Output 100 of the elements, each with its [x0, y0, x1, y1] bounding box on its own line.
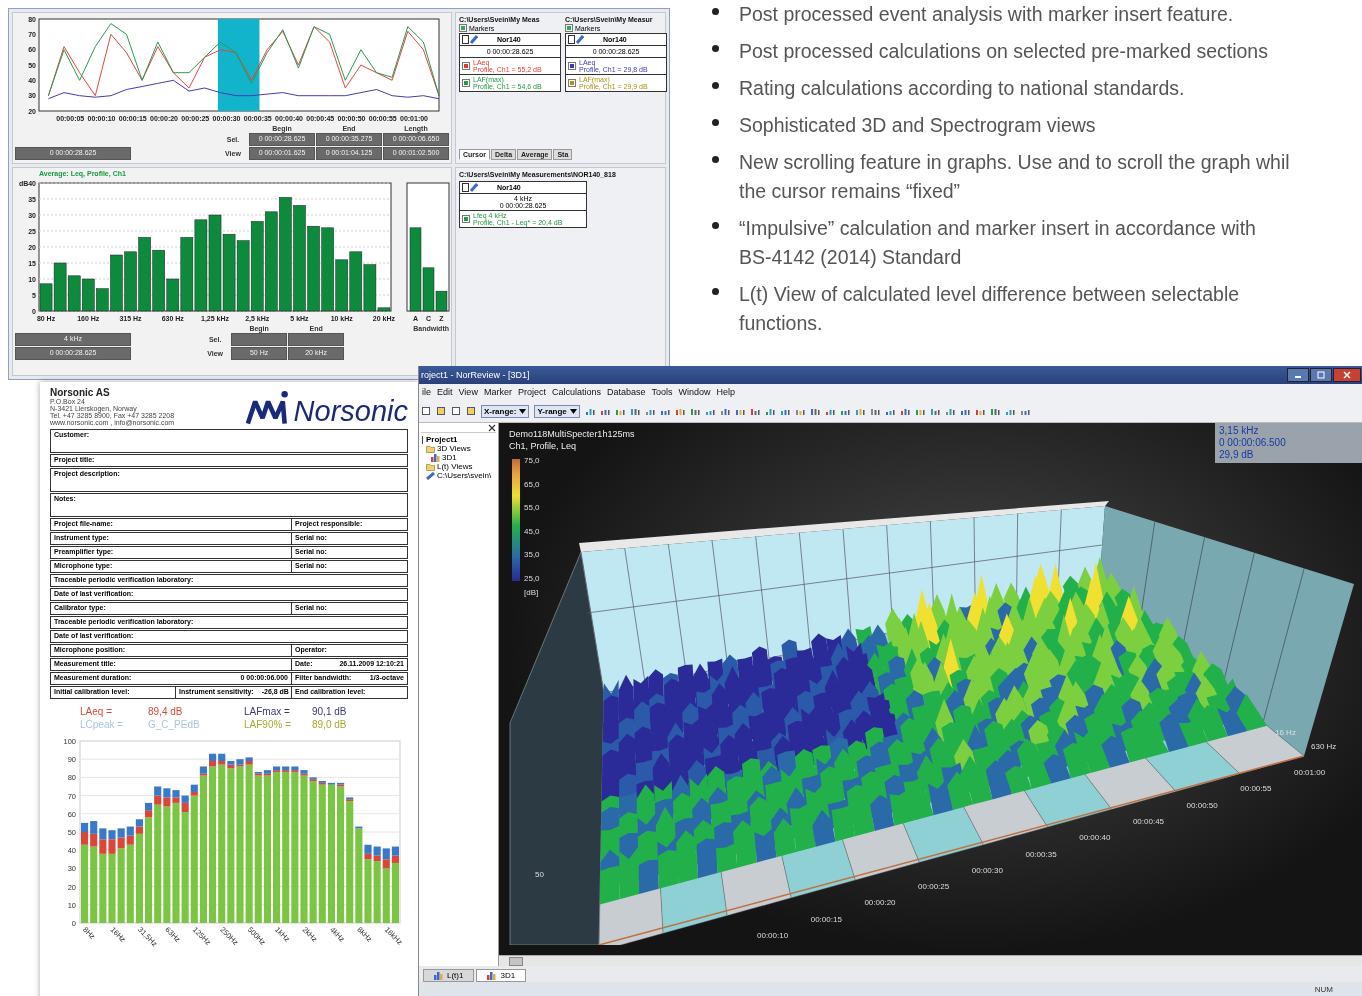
- checkbox[interactable]: [568, 79, 576, 87]
- maximize-icon: [1317, 371, 1325, 379]
- dropdown[interactable]: X-range:: [481, 404, 530, 418]
- checkbox[interactable]: [568, 62, 576, 70]
- scale-tick-label: 35,0: [524, 550, 540, 560]
- bar-chart-icon: [487, 971, 497, 980]
- feature-text: “Impulsive” calculation and marker insert in accordance with BS-4142 (2014) Standard: [739, 216, 1256, 270]
- axis-tick-label: 00:00:10: [757, 931, 789, 940]
- scale-tick-label: 45,0: [524, 526, 540, 536]
- bar: [349, 251, 363, 312]
- chart-tool-icon: [989, 406, 1000, 416]
- axis-tick-label: 00:00:40: [1079, 833, 1111, 843]
- axis-tick-label: 00:00:15: [810, 914, 842, 924]
- chart-tool-icon: [629, 406, 640, 416]
- checkbox[interactable]: [462, 79, 470, 87]
- bullet-icon: [712, 288, 719, 295]
- feature-text: L(t) View of calculated level difference between selectable functions.: [739, 282, 1240, 336]
- axis-tick-label: 00:00:35: [1025, 849, 1057, 859]
- readout-value: 29,9 dB: [1219, 449, 1255, 461]
- window-title: roject1 - NorReview - [3D1]: [421, 370, 530, 380]
- toolbar-button[interactable]: [449, 404, 463, 418]
- menu-item[interactable]: Database: [603, 387, 649, 397]
- tree-item[interactable]: 3D1: [431, 453, 496, 462]
- scale-tick-label: 65,0: [524, 479, 540, 489]
- scroll-thumb[interactable]: [509, 957, 523, 966]
- result-value: LAF90% = 89,0 dB: [244, 719, 348, 730]
- checkbox[interactable]: [462, 62, 470, 70]
- toolbar-button[interactable]: [434, 404, 448, 418]
- feature-text: Post processed event analysis with marker insert feature.: [739, 2, 1234, 27]
- chart-tool-icon: [809, 406, 820, 416]
- menu-item[interactable]: View: [455, 387, 481, 397]
- menu-item[interactable]: Calculations: [548, 387, 604, 397]
- chart-tool-icon: [854, 406, 865, 416]
- close-icon[interactable]: [488, 424, 496, 432]
- readout-value: 0 00:00:06.500: [1219, 437, 1287, 449]
- caret-icon: [569, 408, 577, 414]
- axis-tick-label: 00:00:30: [971, 865, 1003, 875]
- status-indicator: NUM: [1314, 984, 1333, 994]
- menu-item[interactable]: Project: [514, 387, 549, 397]
- toolbar-button[interactable]: [464, 404, 478, 418]
- menu-item[interactable]: ile: [419, 387, 434, 397]
- tab[interactable]: 3D1: [476, 969, 527, 982]
- bullet-icon: [712, 222, 719, 229]
- scale-tick-label: 25,0: [524, 574, 540, 583]
- chart-tool-icon: [689, 406, 700, 416]
- chart-tool-icon: [944, 406, 955, 416]
- axis-tick-label: 16 Hz: [1275, 728, 1296, 737]
- bar: [124, 251, 137, 312]
- scale-unit-label: [dB]: [524, 588, 539, 597]
- close-button[interactable]: [1333, 368, 1361, 382]
- chart-tool-icon: [869, 406, 880, 416]
- maximize-button[interactable]: [1310, 368, 1332, 382]
- bullet-icon: [712, 8, 719, 15]
- result-value: LAeq = 89,4 dB: [80, 706, 184, 717]
- menu-item[interactable]: Help: [713, 387, 739, 397]
- close-icon: [1343, 371, 1351, 379]
- bar-chart-icon: [434, 971, 443, 980]
- feature-text: Sophisticated 3D and Spectrogram views: [739, 113, 1096, 138]
- chart-tool-icon: [674, 406, 685, 416]
- axis-tick-label: 00:01:00: [1294, 768, 1326, 777]
- toolbar-button[interactable]: [419, 404, 433, 418]
- selection-band[interactable]: [217, 19, 260, 111]
- bar: [236, 240, 250, 312]
- menu-item[interactable]: Edit: [434, 387, 456, 397]
- tree-item[interactable]: 3D Views: [426, 444, 496, 453]
- feature-text: Post processed calculations on selected pre-marked sections: [739, 39, 1268, 64]
- bar: [67, 275, 81, 312]
- tree-item[interactable]: L(t) Views: [426, 462, 496, 471]
- tree-item[interactable]: C:\Users\svein\: [426, 471, 496, 480]
- menu-item[interactable]: Tools: [648, 387, 676, 397]
- bullet-icon: [712, 119, 719, 126]
- readout-value: 3,15 kHz: [1219, 425, 1260, 437]
- tab[interactable]: L(t)1: [423, 969, 475, 982]
- result-value: LCpeak = G_C_PEdB: [80, 719, 201, 730]
- minimize-button[interactable]: [1287, 368, 1309, 382]
- scrollbar[interactable]: [499, 955, 1362, 966]
- scale-tick-label: 75,0: [524, 456, 540, 465]
- axis-tick-label: 00:00:20: [864, 898, 896, 908]
- axis-tick-label: 00:00:50: [1186, 800, 1218, 810]
- menu-item[interactable]: Window: [675, 387, 714, 397]
- view-title: Demo118MultiSpecter1h125ms: [509, 429, 635, 439]
- axis-tick-label: 50: [535, 870, 544, 879]
- axis-tick-label: 00:00:55: [1240, 784, 1272, 794]
- feature-text: Rating calculations according to national standards.: [739, 76, 1185, 101]
- chart-tool-icon: [719, 406, 730, 416]
- bar: [82, 278, 95, 312]
- axis-tick-label: 00:00:25: [918, 882, 950, 892]
- menu-item[interactable]: Marker: [480, 387, 515, 397]
- tree-item[interactable]: Project1: [421, 435, 496, 444]
- bullet-icon: [712, 45, 719, 52]
- dropdown[interactable]: Y-range: [534, 404, 580, 418]
- company-name: Norsonic AS: [50, 387, 111, 398]
- logo-text: Norsonic: [293, 397, 408, 426]
- bullet-icon: [712, 82, 719, 89]
- checkbox[interactable]: [462, 215, 470, 223]
- axis-tick-label: 630 Hz: [1311, 742, 1337, 751]
- checkbox[interactable]: [459, 24, 467, 32]
- checkbox[interactable]: [565, 24, 573, 32]
- scale-tick-label: 55,0: [524, 503, 540, 513]
- bar-chart-icon: [431, 453, 440, 462]
